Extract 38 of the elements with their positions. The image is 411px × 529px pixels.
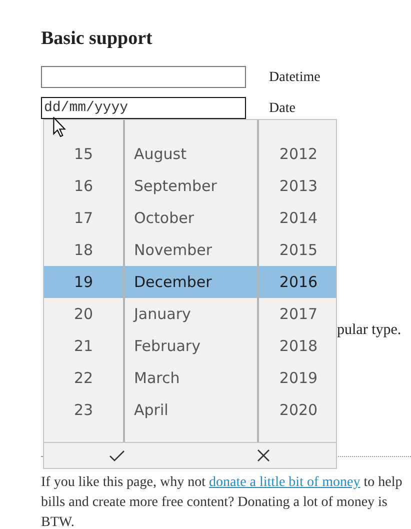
checkmark-icon <box>109 450 125 462</box>
donation-paragraph: If you like this page, why not donate a little bit of money to help bills and create more free content? Donating a lot of money is BTW. <box>41 474 402 529</box>
field-label: Date <box>269 100 296 118</box>
month-option[interactable]: September <box>125 170 257 202</box>
month-option[interactable]: December <box>125 266 257 298</box>
month-option[interactable]: April <box>125 394 257 426</box>
year-option[interactable]: 2019 <box>259 362 336 394</box>
year-option[interactable]: 2017 <box>259 298 336 330</box>
year-option[interactable]: 2014 <box>259 202 336 234</box>
year-option[interactable]: 2018 <box>259 330 336 362</box>
input-field[interactable]: dd/mm/yyyy <box>41 97 246 119</box>
field-label: Datetime <box>269 68 320 86</box>
day-option[interactable]: 16 <box>44 170 123 202</box>
donate-link[interactable]: donate a little bit of money <box>208 475 360 490</box>
month-option[interactable]: February <box>125 330 257 362</box>
mouse-pointer-icon <box>53 117 66 137</box>
month-option[interactable]: October <box>125 202 257 234</box>
input-field[interactable] <box>41 66 246 88</box>
month-option[interactable]: January <box>125 298 257 330</box>
paragraph-fragment: pular type. <box>337 321 402 340</box>
year-option[interactable]: 2015 <box>259 234 336 266</box>
section-heading: Basic support <box>41 27 154 51</box>
month-option[interactable]: March <box>125 362 257 394</box>
day-option[interactable]: 17 <box>44 202 123 234</box>
day-option[interactable]: 23 <box>44 394 123 426</box>
year-option[interactable]: 2013 <box>259 170 336 202</box>
month-option[interactable]: November <box>125 234 257 266</box>
day-option[interactable]: 19 <box>44 266 123 298</box>
year-option[interactable]: 2016 <box>259 266 336 298</box>
day-option[interactable]: 15 <box>44 138 123 170</box>
day-option[interactable]: 22 <box>44 362 123 394</box>
month-option[interactable]: August <box>125 138 257 170</box>
year-option[interactable]: 2020 <box>259 394 336 426</box>
day-option[interactable]: 21 <box>44 330 123 362</box>
year-option[interactable]: 2012 <box>259 138 336 170</box>
day-option[interactable]: 20 <box>44 298 123 330</box>
close-icon <box>256 449 270 462</box>
day-option[interactable]: 18 <box>44 234 123 266</box>
